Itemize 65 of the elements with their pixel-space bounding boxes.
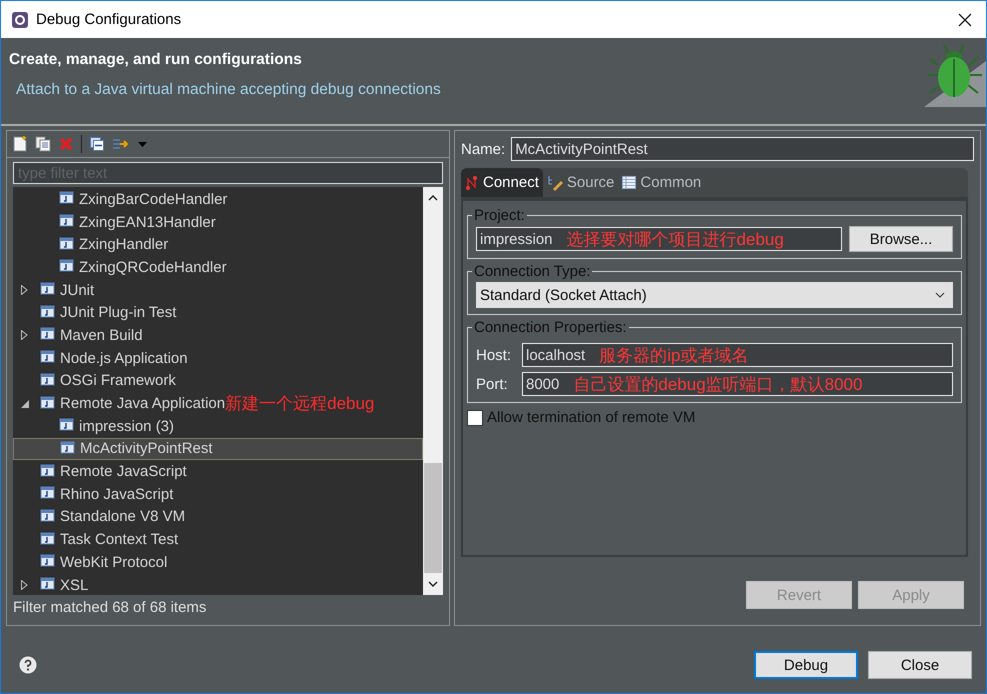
tree-item[interactable]: ZxingEAN13Handler bbox=[13, 210, 423, 234]
tree-item[interactable]: WebKit Protocol bbox=[13, 551, 423, 574]
tree-item[interactable]: Remote JavaScript bbox=[13, 460, 423, 483]
annotation-text: 新建一个远程debug bbox=[225, 393, 374, 416]
checkbox-label: Allow termination of remote VM bbox=[487, 409, 696, 426]
project-field[interactable]: impression 选择要对哪个项目进行debug bbox=[476, 227, 842, 251]
expand-arrow-icon[interactable] bbox=[21, 285, 28, 296]
name-label: Name: bbox=[461, 140, 506, 158]
input-field[interactable]: localhost 服务器的ip或者域名 bbox=[522, 343, 953, 367]
dialog-button[interactable]: Close bbox=[868, 651, 972, 679]
connection-type-dropdown[interactable]: Standard (Socket Attach) bbox=[476, 282, 953, 308]
table-icon bbox=[622, 176, 636, 189]
duplicate-icon[interactable] bbox=[35, 136, 51, 152]
connect-icon bbox=[465, 176, 479, 190]
tree-item[interactable]: JUnit Plug-in Test bbox=[13, 301, 423, 324]
filter-icon[interactable] bbox=[112, 137, 130, 151]
new-file-icon[interactable] bbox=[13, 136, 27, 152]
pencil-icon bbox=[546, 174, 563, 190]
name-field[interactable]: McActivityPointRest bbox=[511, 137, 974, 161]
app-icon bbox=[11, 10, 29, 28]
tree-item[interactable]: Maven Build bbox=[13, 324, 423, 347]
collapse-arrow-icon[interactable] bbox=[21, 400, 29, 408]
group-title: Connection Type: bbox=[473, 263, 592, 280]
field-label: Host: bbox=[476, 346, 512, 364]
annotation-text: 服务器的ip或者域名 bbox=[599, 344, 748, 366]
expand-arrow-icon[interactable] bbox=[21, 330, 28, 340]
close-icon[interactable] bbox=[958, 12, 972, 26]
scroll-up-icon[interactable] bbox=[428, 195, 438, 201]
tree-item[interactable]: Task Context Test bbox=[13, 528, 423, 551]
expand-arrow-icon[interactable] bbox=[21, 580, 28, 590]
tree-item[interactable]: XSL bbox=[13, 574, 423, 595]
tree-item[interactable]: McActivityPointRest bbox=[13, 438, 423, 460]
status-text: Filter matched 68 of 68 items bbox=[12, 598, 208, 618]
annotation-text: 自己设置的debug监听端口，默认8000 bbox=[573, 374, 862, 396]
annotation-text: 选择要对哪个项目进行debug bbox=[566, 228, 784, 250]
input-field[interactable]: 8000 自己设置的debug监听端口，默认8000 bbox=[522, 372, 953, 396]
scroll-down-icon[interactable] bbox=[428, 581, 438, 587]
collapse-icon[interactable] bbox=[90, 137, 104, 151]
tree-item[interactable]: Node.js Application bbox=[13, 346, 423, 370]
tree-item[interactable]: ZxingQRCodeHandler bbox=[13, 256, 423, 279]
tree-item[interactable]: impression (3) bbox=[13, 414, 423, 438]
tab[interactable]: Source bbox=[542, 168, 618, 197]
window-title: Debug Configurations bbox=[36, 11, 182, 28]
dialog-button[interactable]: Debug bbox=[754, 651, 858, 679]
group-title: Project: bbox=[473, 207, 526, 224]
help-icon[interactable] bbox=[19, 656, 37, 674]
tree-item[interactable]: Remote Java Application新建一个远程debug bbox=[13, 392, 423, 415]
scrollbar[interactable] bbox=[423, 187, 443, 595]
tree-item[interactable]: OSGi Framework bbox=[13, 370, 423, 392]
tab[interactable]: Connect bbox=[461, 168, 543, 197]
tree-item[interactable]: ZxingHandler bbox=[13, 233, 423, 256]
header-title: Create, manage, and run configurations bbox=[9, 51, 303, 69]
checkbox[interactable] bbox=[467, 410, 483, 426]
group-title: Connection Properties: bbox=[473, 319, 628, 336]
dropdown-caret-icon[interactable] bbox=[138, 142, 147, 146]
tree-item[interactable]: Rhino JavaScript bbox=[13, 482, 423, 506]
field-label: Port: bbox=[476, 376, 509, 392]
tree-item[interactable]: Standalone V8 VM bbox=[13, 506, 423, 528]
tree-item[interactable]: JUnit bbox=[13, 278, 423, 302]
tab[interactable]: Common bbox=[618, 168, 706, 197]
scroll-thumb[interactable] bbox=[424, 463, 442, 573]
browse-button[interactable]: Browse... bbox=[849, 226, 953, 252]
chevron-down-icon bbox=[935, 292, 945, 298]
tree-item[interactable]: ZxingBarCodeHandler bbox=[13, 188, 423, 211]
header-message: Attach to a Java virtual machine accepting debug connections bbox=[15, 81, 441, 99]
